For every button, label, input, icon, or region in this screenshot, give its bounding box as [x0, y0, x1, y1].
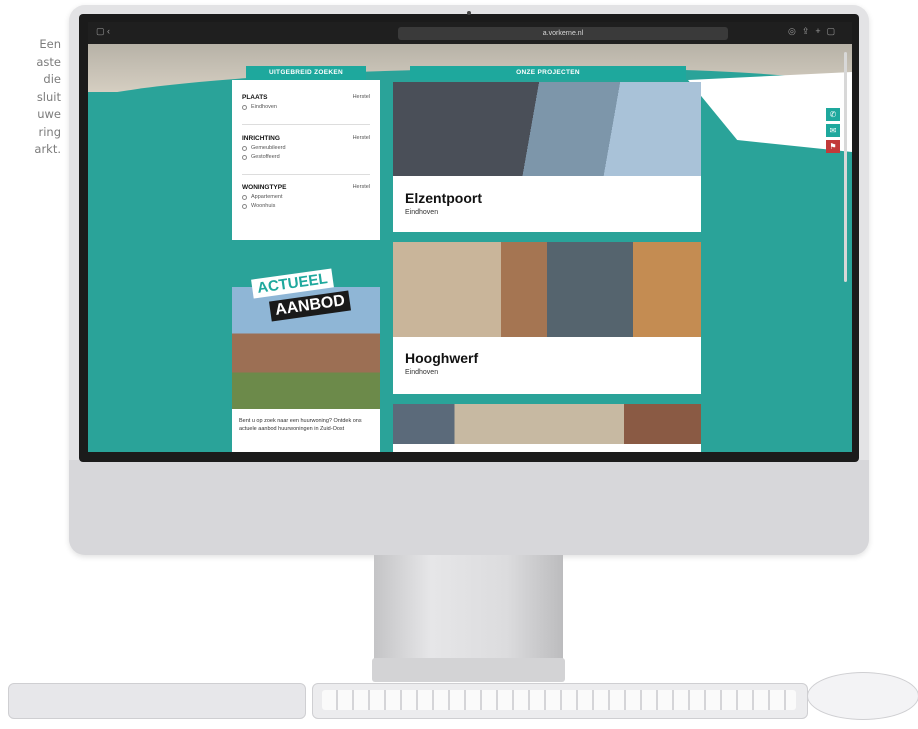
filter-option[interactable]: Eindhoven: [242, 104, 370, 110]
trackpad: [8, 683, 306, 719]
project-title: Hooghwerf: [405, 350, 479, 366]
keyboard-keys: [322, 690, 796, 710]
reset-link[interactable]: Herstel: [353, 135, 370, 141]
divider: [242, 174, 370, 175]
project-city: Eindhoven: [405, 209, 439, 216]
mouse: [807, 672, 918, 720]
filter-furnishing: INRICHTING Herstel Gemeubileerd Gestoffe…: [242, 135, 370, 160]
screen: ▢ ‹ a.vorkerne.nl ◎⇪+▢ UITGEBREID ZOEKEN…: [88, 22, 852, 452]
phone-icon[interactable]: ✆: [826, 108, 840, 121]
sidebar-toggle-icon[interactable]: ▢ ‹: [96, 26, 110, 37]
filter-panel: PLAATS Herstel Eindhoven INRICHTING Hers…: [232, 80, 380, 240]
filter-option[interactable]: Gestoffeerd: [242, 154, 370, 160]
promo-card[interactable]: ACTUEEL AANBOD Bent u op zoek naar een h…: [232, 262, 380, 452]
project-card[interactable]: Elzentpoort Eindhoven: [393, 82, 701, 232]
camera-icon: [467, 11, 471, 15]
imac-chin: [69, 460, 869, 555]
divider: [242, 124, 370, 125]
project-photo: [393, 242, 701, 337]
promo-text: Bent u op zoek naar een huurwoning? Ontd…: [232, 409, 380, 452]
project-city: Eindhoven: [405, 369, 439, 376]
project-card[interactable]: Hooghwerf Eindhoven: [393, 242, 701, 394]
imac-foot: [372, 658, 565, 682]
reset-link[interactable]: Herstel: [353, 94, 370, 100]
tab-projects[interactable]: ONZE PROJECTEN: [410, 66, 686, 80]
browser-actions-icon[interactable]: ◎⇪+▢: [788, 26, 841, 37]
project-card[interactable]: [393, 404, 701, 452]
address-bar[interactable]: a.vorkerne.nl: [398, 27, 728, 40]
filter-option[interactable]: Appartement: [242, 194, 370, 200]
scrollbar[interactable]: [844, 52, 847, 282]
tab-search[interactable]: UITGEBREID ZOEKEN: [246, 66, 366, 80]
filter-place: PLAATS Herstel Eindhoven: [242, 94, 370, 110]
mail-icon[interactable]: ✉: [826, 124, 840, 137]
filter-option[interactable]: Gemeubileerd: [242, 145, 370, 151]
project-photo: [393, 82, 701, 176]
imac-stand: [374, 555, 563, 663]
filter-type: WONINGTYPE Herstel Appartement Woonhuis: [242, 184, 370, 209]
reset-link[interactable]: Herstel: [353, 184, 370, 190]
flag-icon[interactable]: ⚑: [826, 140, 840, 153]
project-title: Elzentpoort: [405, 190, 482, 206]
filter-option[interactable]: Woonhuis: [242, 203, 370, 209]
contact-icons: ✆ ✉ ⚑: [826, 108, 840, 156]
project-photo: [393, 404, 701, 444]
caption-text: Een aste die sluit uwe ring arkt.: [34, 37, 61, 156]
